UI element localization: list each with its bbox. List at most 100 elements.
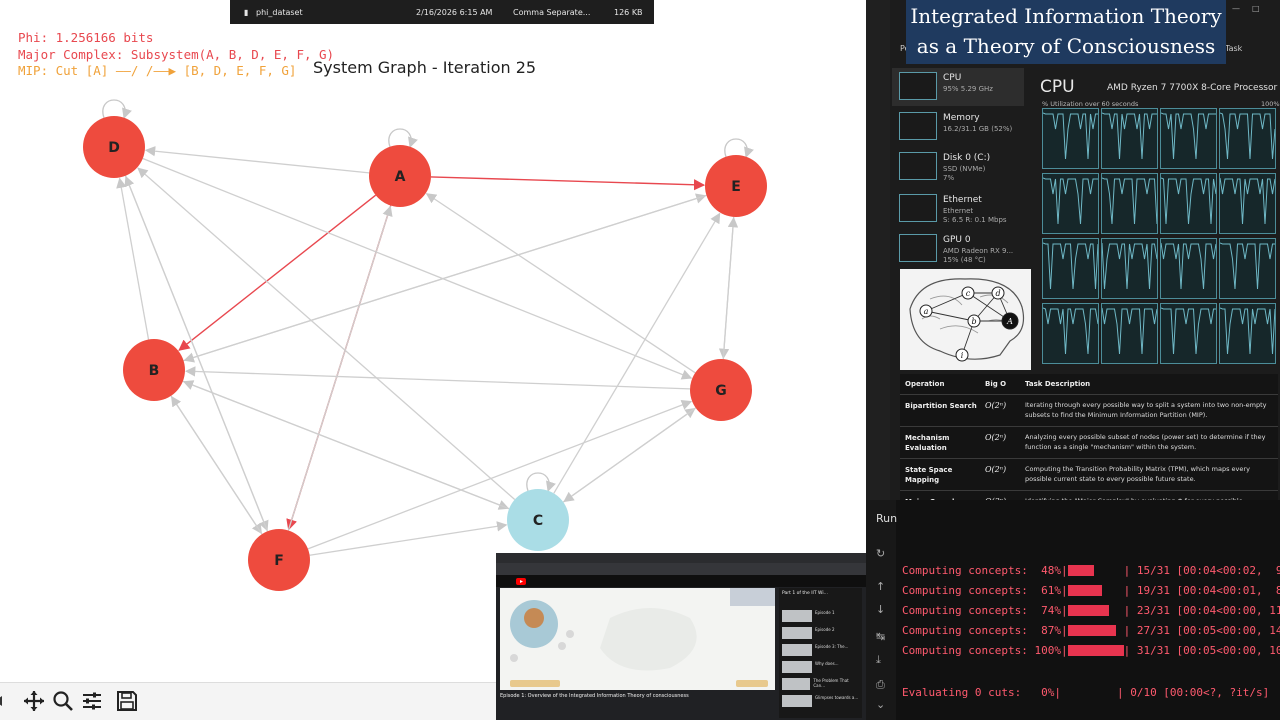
graph-node-F: F xyxy=(248,529,310,591)
subplots-button[interactable] xyxy=(79,688,105,714)
brain-network-illustration: a b c d Ai xyxy=(909,278,1025,362)
playlist-item-title: Glimpses towards a... xyxy=(815,695,859,700)
cpu-core-graph xyxy=(1042,173,1099,234)
complexity-row: Bipartition Search O(2ⁿ) Iterating through… xyxy=(900,394,1278,426)
perf-item-gpu-0[interactable]: GPU 0 AMD Radeon RX 9... 15% (48 °C) xyxy=(892,230,1024,268)
playlist-item-title: The Problem That Can... xyxy=(813,678,849,688)
edge-G-B xyxy=(184,366,691,390)
perf-item-cpu[interactable]: CPU 95% 5.29 GHz xyxy=(892,68,1024,106)
perf-item-name: Ethernet xyxy=(943,195,982,205)
video-player[interactable] xyxy=(500,588,775,690)
perf-item-name: GPU 0 xyxy=(943,235,971,245)
header-operation: Operation xyxy=(905,380,945,388)
utilization-label: % Utilization over 60 seconds xyxy=(1042,100,1139,108)
terminal-panel: Run ↻ ↑ ↓ ↹ ⤓ ⎙ ⌄ Computing concepts: 48… xyxy=(866,500,1280,720)
edge-A-E xyxy=(430,176,706,191)
task-manager-nav xyxy=(866,0,890,500)
edge-B-D xyxy=(116,177,150,340)
graph-node-G: G xyxy=(690,359,752,421)
terminal-output-line: Computing concepts: 48%| | 15/31 [00:04<0… xyxy=(902,564,1280,577)
browser-url-bar[interactable] xyxy=(496,563,866,575)
progress-bar-fill xyxy=(1067,625,1117,636)
cpu-core-graph xyxy=(1160,108,1217,169)
brain-node-label: A xyxy=(1006,317,1013,326)
browser-tab-bar xyxy=(496,553,866,563)
progress-bar xyxy=(1067,624,1124,637)
playlist-item[interactable]: Episode 2 xyxy=(782,627,859,639)
edge-C-D xyxy=(137,167,516,501)
perf-sparkline xyxy=(899,72,937,100)
complexity-row: State Space Mapping O(2ⁿ) Computing the Tr… xyxy=(900,458,1278,490)
progress-suffix: | 23/31 [00:04<00:00, 11.21it/s] xyxy=(1123,604,1280,617)
cpu-core-graph xyxy=(1219,238,1276,299)
perf-sparkline xyxy=(899,112,937,140)
perf-item-memory[interactable]: Memory 16.2/31.1 GB (52%) xyxy=(892,108,1024,146)
edge-G-E xyxy=(722,216,739,360)
floppy-icon xyxy=(117,691,137,711)
playlist-item[interactable]: Episode 3: The... xyxy=(782,644,859,656)
node-label-A: A xyxy=(395,169,406,185)
playlist-item[interactable]: Episode 1 xyxy=(782,610,859,622)
pan-button[interactable] xyxy=(21,688,47,714)
task-description: Analyzing every possible subset of nodes… xyxy=(1025,433,1266,451)
tab-task[interactable]: Task xyxy=(1225,44,1242,53)
playlist-item-title: Episode 1 xyxy=(815,610,835,615)
node-label-C: C xyxy=(533,513,543,529)
perf-item-disk-0-c-[interactable]: Disk 0 (C:) SSD (NVMe) 7% xyxy=(892,148,1024,186)
graph-node-E: E xyxy=(705,155,767,217)
cpu-model: AMD Ryzen 7 7700X 8-Core Processor xyxy=(1107,83,1278,93)
header-big-o: Big O xyxy=(985,380,1007,388)
banner-line-2: as a Theory of Consciousness xyxy=(916,34,1216,58)
perf-item-detail: SSD (NVMe) xyxy=(943,165,986,173)
video-browser-window[interactable]: Part 1 of the IIT Wi... Episode 1 Episode… xyxy=(496,553,866,720)
complexity-row: Mechanism Evaluation O(2ⁿ) Analyzing every… xyxy=(900,426,1278,458)
self-loop-C xyxy=(526,472,556,492)
video-sidebar: Part 1 of the IIT Wi... Episode 1 Episode… xyxy=(779,588,862,718)
perf-item-detail: 16.2/31.1 GB (52%) xyxy=(943,125,1013,133)
minimize-icon[interactable]: — xyxy=(1232,4,1240,13)
terminal-output-line: Computing concepts: 61%| | 19/31 [00:04<0… xyxy=(902,584,1280,597)
download-icon[interactable]: ⤓ xyxy=(876,653,881,667)
perf-item-name: CPU xyxy=(943,73,962,83)
scroll-down-icon[interactable]: ↓ xyxy=(876,603,885,616)
move-icon xyxy=(24,691,44,711)
playlist-item[interactable]: The Problem That Can... xyxy=(782,678,859,690)
edge-A-D xyxy=(144,145,370,174)
trash-icon[interactable]: ⌄ xyxy=(876,698,885,711)
scroll-up-icon[interactable]: ↑ xyxy=(876,580,885,593)
edge-F-B xyxy=(171,395,263,535)
progress-bar xyxy=(1067,604,1124,617)
triangle-icon xyxy=(0,696,2,706)
edge-C-E xyxy=(553,212,721,494)
perf-item-detail: S: 6.5 R: 0.1 Mbps xyxy=(943,216,1007,224)
perf-item-detail: Ethernet xyxy=(943,207,974,215)
progress-suffix: | 0/10 [00:00<?, ?it/s] xyxy=(1116,686,1270,699)
node-label-D: D xyxy=(108,140,120,156)
playlist-thumbnail xyxy=(782,695,812,707)
progress-prefix: Computing concepts: 74%| xyxy=(902,604,1068,617)
cpu-core-graph xyxy=(1219,108,1276,169)
progress-suffix: | 31/31 [00:05<00:00, 10.57it/s] xyxy=(1123,644,1280,657)
terminal-output-line: Computing concepts: 100%| | 31/31 [00:05<… xyxy=(902,644,1280,657)
cpu-core-graph xyxy=(1042,238,1099,299)
plot-toolbar xyxy=(0,682,496,720)
edge-F-A xyxy=(287,205,393,531)
maximize-icon[interactable]: □ xyxy=(1252,4,1260,13)
perf-item-detail: AMD Radeon RX 9... xyxy=(943,247,1014,255)
task-description: Iterating through every possible way to … xyxy=(1025,401,1267,419)
save-button[interactable] xyxy=(114,688,140,714)
cpu-core-graph xyxy=(1160,303,1217,364)
playlist-item[interactable]: Glimpses towards a... xyxy=(782,695,859,707)
perf-item-ethernet[interactable]: Ethernet Ethernet S: 6.5 R: 0.1 Mbps xyxy=(892,190,1024,228)
rerun-icon[interactable]: ↻ xyxy=(876,547,885,560)
run-label[interactable]: Run xyxy=(876,512,897,525)
zoom-button[interactable] xyxy=(50,688,76,714)
self-loop-D xyxy=(102,99,132,119)
edge-G-A xyxy=(425,193,696,374)
wrap-icon[interactable]: ↹ xyxy=(876,630,885,643)
playlist-item[interactable]: Why does... xyxy=(782,661,859,673)
playlist-item-title: Episode 3: The... xyxy=(815,644,849,649)
home-button[interactable] xyxy=(0,688,12,714)
banner-line-1: Integrated Information Theory xyxy=(910,4,1222,28)
print-icon[interactable]: ⎙ xyxy=(876,678,885,692)
